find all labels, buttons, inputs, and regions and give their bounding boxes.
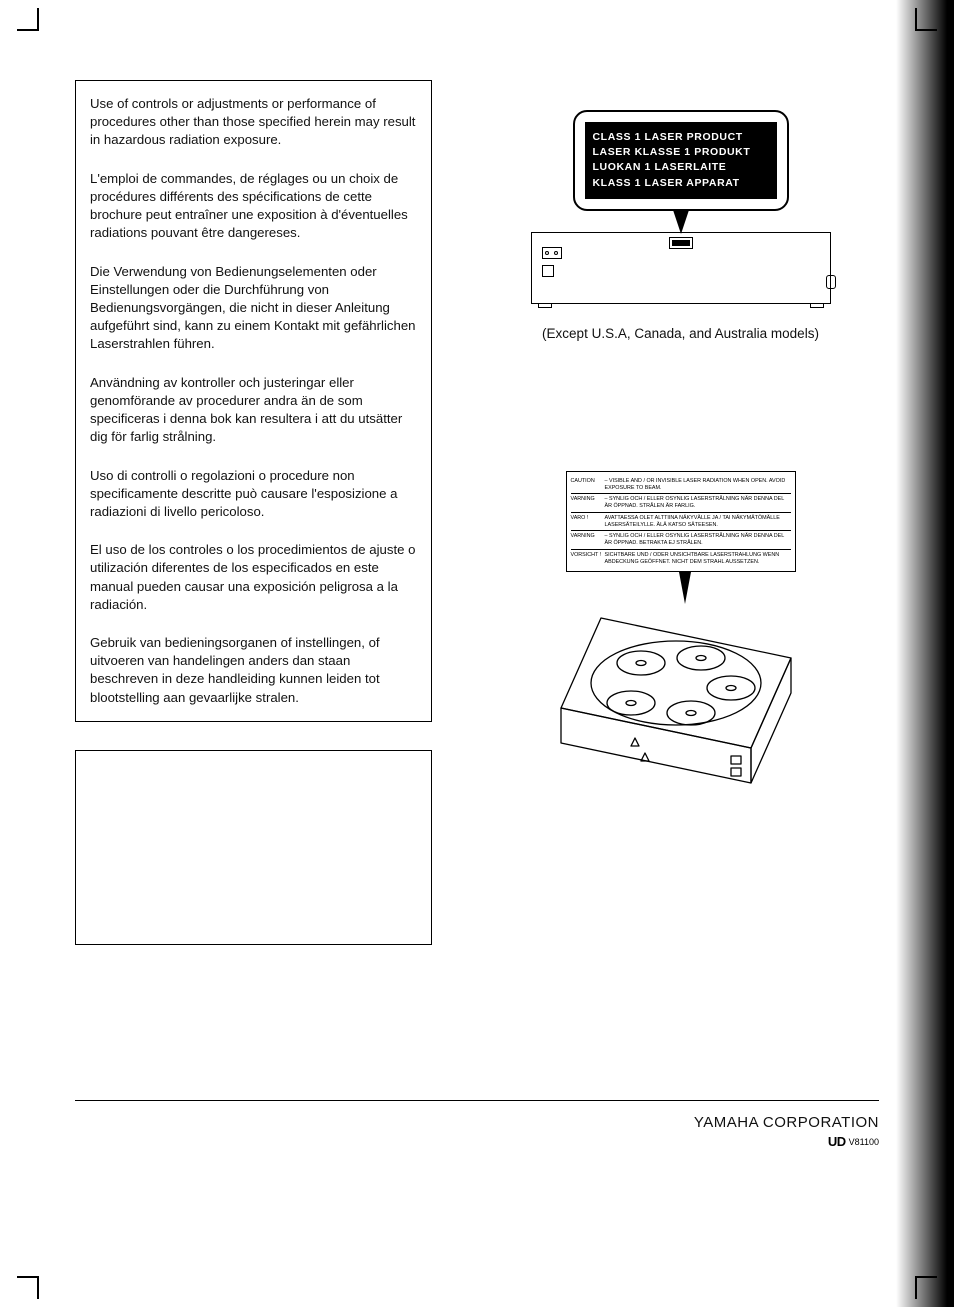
- caution-row-label: CAUTION: [571, 478, 605, 492]
- disc-tray-diagram: [541, 598, 821, 808]
- laser-label-line1: CLASS 1 LASER PRODUCT: [593, 130, 769, 145]
- brand-name: YAMAHA CORPORATION: [694, 1114, 879, 1131]
- caution-row-label: VARNING: [571, 496, 605, 510]
- sub-logo-text: V81100: [849, 1137, 879, 1147]
- laser-label-line4: KLASS 1 LASER APPARAT: [593, 176, 769, 191]
- callout-pointer-icon: [673, 210, 689, 234]
- caution-row: VARNING– SYNLIG OCH / ELLER OSYNLIG LASE…: [571, 531, 791, 550]
- caution-row: VARO !AVATTAESSA OLET ALTTIINA NÄKYVÄLLE…: [571, 513, 791, 532]
- caution-row: CAUTION– VISIBLE AND / OR INVISIBLE LASE…: [571, 476, 791, 495]
- multilingual-warning-box: Use of controls or adjustments or perfor…: [75, 80, 432, 722]
- caution-row-text: SICHTBARE UND / ODER UNSICHTBARE LASERST…: [605, 552, 791, 566]
- rear-panel-caption: (Except U.S.A, Canada, and Australia mod…: [531, 326, 831, 341]
- caution-row: VARNING– SYNLIG OCH / ELLER OSYNLIG LASE…: [571, 494, 791, 513]
- device-rear-diagram: [531, 232, 831, 304]
- caution-row-text: – VISIBLE AND / OR INVISIBLE LASER RADIA…: [605, 478, 791, 492]
- warning-english: Use of controls or adjustments or perfor…: [90, 95, 419, 150]
- laser-class-label: CLASS 1 LASER PRODUCT LASER KLASSE 1 PRO…: [573, 110, 789, 211]
- disc-tray-illustration: CAUTION– VISIBLE AND / OR INVISIBLE LASE…: [531, 471, 831, 809]
- warning-dutch: Gebruik van bedieningsorganen of instell…: [90, 634, 419, 707]
- footer-brand: YAMAHA CORPORATION UD V81100: [694, 1114, 879, 1149]
- caution-row-text: AVATTAESSA OLET ALTTIINA NÄKYVÄLLE JA / …: [605, 515, 791, 529]
- warning-italian: Uso di controlli o regolazioni o procedu…: [90, 467, 419, 522]
- footer-divider: [75, 1100, 879, 1101]
- laser-label-line2: LASER KLASSE 1 PRODUKT: [593, 145, 769, 160]
- caution-row-label: VORSICHT !: [571, 552, 605, 566]
- caution-row-label: VARO !: [571, 515, 605, 529]
- caution-row-text: – SYNLIG OCH / ELLER OSYNLIG LASERSTRÅLN…: [605, 496, 791, 510]
- warning-swedish: Användning av kontroller och justeringar…: [90, 374, 419, 447]
- page-edge-gradient: [896, 0, 954, 1307]
- sub-logo: UD: [828, 1134, 846, 1149]
- laser-label-line3: LUOKAN 1 LASERLAITE: [593, 160, 769, 175]
- caution-label-table: CAUTION– VISIBLE AND / OR INVISIBLE LASE…: [566, 471, 796, 573]
- warning-spanish: El uso de los controles o los procedimie…: [90, 541, 419, 614]
- caution-row-text: – SYNLIG OCH / ELLER OSYNLIG LASERSTRÅLN…: [605, 533, 791, 547]
- caution-row-label: VARNING: [571, 533, 605, 547]
- caution-row: VORSICHT !SICHTBARE UND / ODER UNSICHTBA…: [571, 550, 791, 568]
- warning-german: Die Verwendung von Bedienungselementen o…: [90, 263, 419, 354]
- rear-panel-illustration: CLASS 1 LASER PRODUCT LASER KLASSE 1 PRO…: [531, 110, 831, 341]
- warning-french: L'emploi de commandes, de réglages ou un…: [90, 170, 419, 243]
- empty-box: [75, 750, 432, 945]
